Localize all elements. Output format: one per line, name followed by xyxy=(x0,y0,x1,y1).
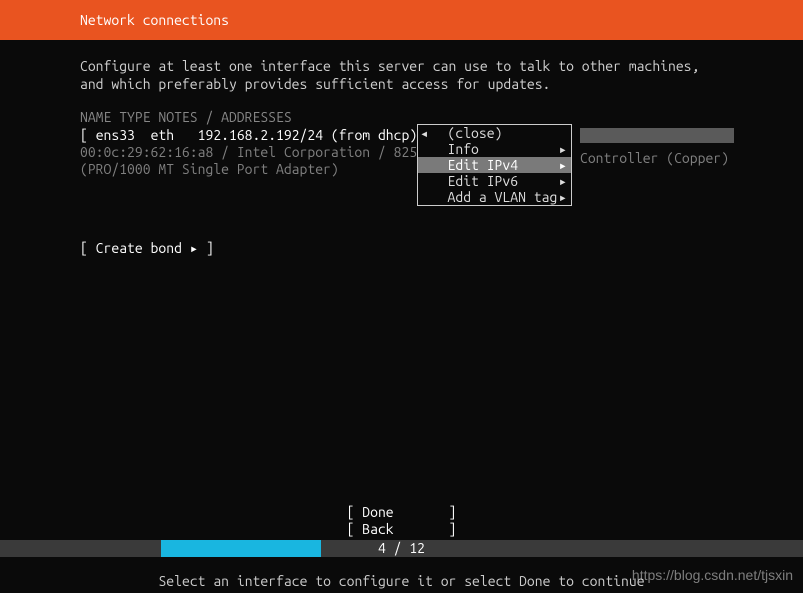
chevron-right-icon: ▸ xyxy=(559,157,567,173)
interface-menu: (close)◂ Info▸ Edit IPv4▸ Edit IPv6▸ Add… xyxy=(417,124,572,206)
main-content: Configure at least one interface this se… xyxy=(0,40,803,257)
iface-type: eth xyxy=(151,127,175,143)
titlebar: Network connections xyxy=(0,0,803,40)
page-title: Network connections xyxy=(80,12,229,28)
chevron-right-icon: ▸ xyxy=(559,189,567,205)
description-line1: Configure at least one interface this se… xyxy=(80,58,803,76)
chevron-right-icon: ▸ xyxy=(559,173,567,189)
iface-address: 192.168.2.192/24 (from dhcp) xyxy=(198,127,418,143)
bottom-buttons: [ Done ] [ Back ] xyxy=(0,504,803,538)
progress-label: 4 / 12 xyxy=(0,540,803,557)
done-button[interactable]: [ Done ] xyxy=(0,504,803,521)
iface-mac: 00:0c:29:62:16:a8 xyxy=(80,144,213,160)
menu-item-edit-ipv6[interactable]: Edit IPv6▸ xyxy=(418,173,571,189)
description-line2: and which preferably provides sufficient… xyxy=(80,76,803,94)
selection-highlight xyxy=(580,128,734,143)
description: Configure at least one interface this se… xyxy=(80,58,803,93)
back-button[interactable]: [ Back ] xyxy=(0,521,803,538)
progress-bar: 4 / 12 xyxy=(0,540,803,557)
chevron-right-icon: ▸ xyxy=(559,141,567,157)
menu-item-add-a-vlan-tag[interactable]: Add a VLAN tag▸ xyxy=(418,189,571,205)
chevron-left-icon: ◂ xyxy=(420,125,428,141)
create-bond-button[interactable]: [ Create bond ▸ ] xyxy=(80,240,803,257)
column-headers: NAME TYPE NOTES / ADDRESSES xyxy=(80,109,803,125)
menu-item-edit-ipv4[interactable]: Edit IPv4▸ xyxy=(418,157,571,173)
menu-item-info[interactable]: Info▸ xyxy=(418,141,571,157)
watermark: https://blog.csdn.net/tjsxin xyxy=(632,567,793,583)
iface-vendor-suffix: Controller (Copper) xyxy=(580,150,729,166)
menu-item-close[interactable]: (close)◂ xyxy=(418,125,571,141)
iface-vendor-prefix: Intel Corporation / 8254 xyxy=(237,144,425,160)
iface-name: ens33 xyxy=(96,127,135,143)
